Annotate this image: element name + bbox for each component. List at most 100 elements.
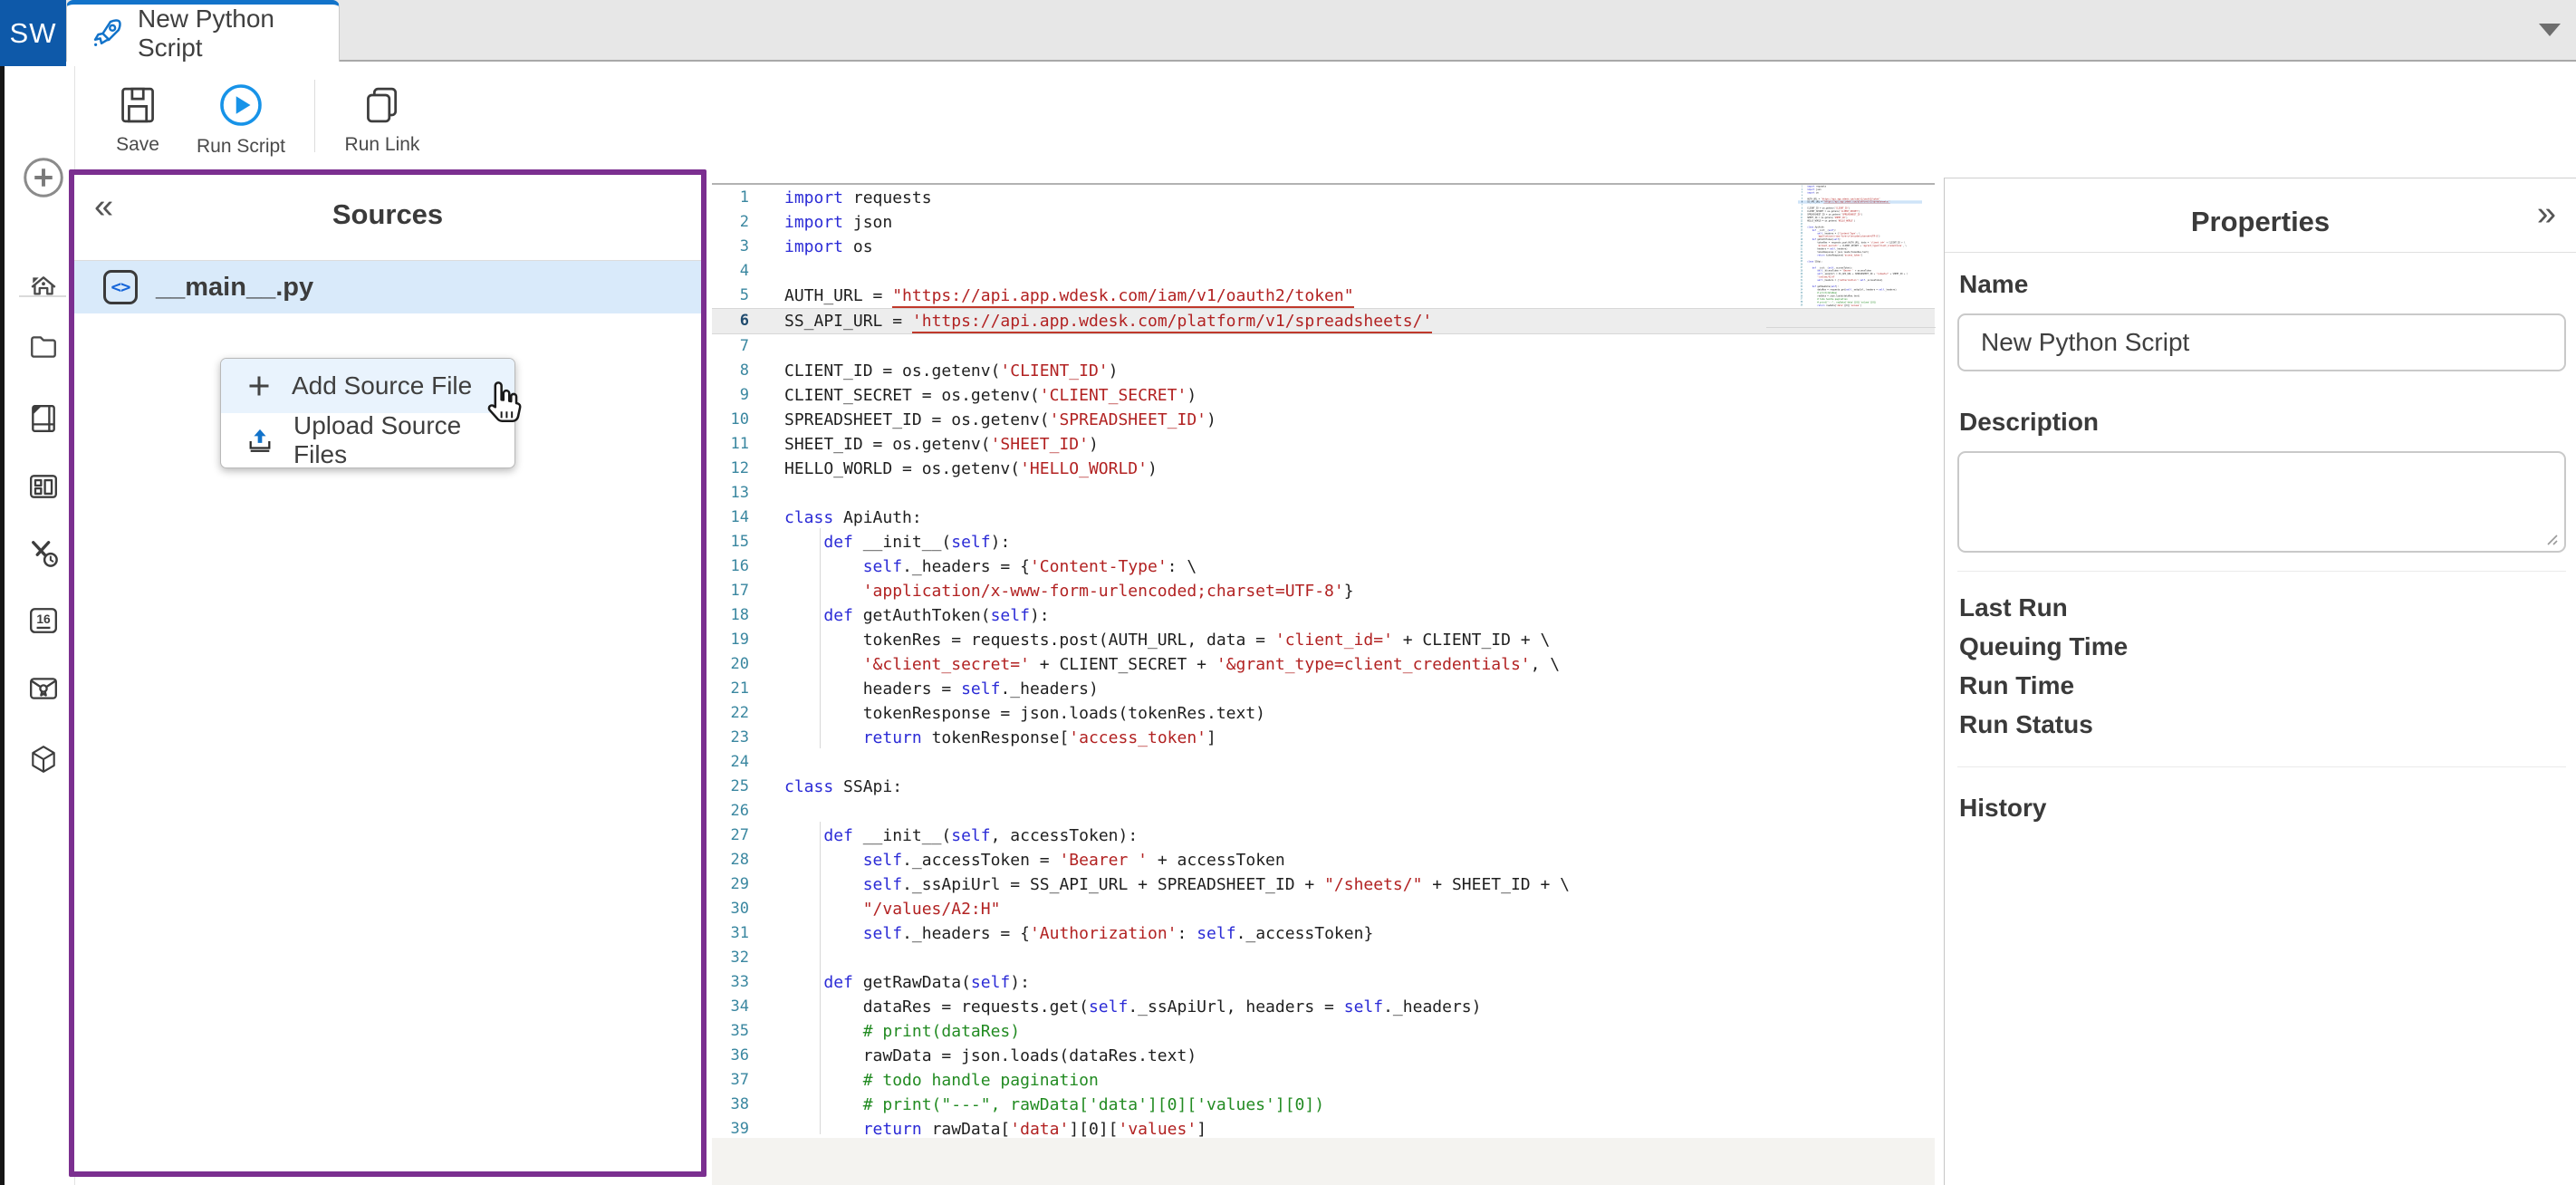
code-line-11[interactable]: 11SHEET_ID = os.getenv('SHEET_ID') [712, 432, 1935, 457]
code-line-28[interactable]: 28 self._accessToken = 'Bearer ' + acces… [712, 848, 1935, 872]
code-file-icon: <> [103, 270, 138, 304]
code-line-35[interactable]: 35 # print(dataRes) [712, 1019, 1935, 1044]
copy-link-icon [362, 85, 402, 125]
run-time-label: Run Time [1959, 666, 2128, 705]
code-line-4[interactable]: 4 [712, 259, 1935, 284]
properties-divider [1957, 766, 2566, 767]
queuing-time-label: Queuing Time [1959, 627, 2128, 666]
code-line-27[interactable]: 27 def __init__(self, accessToken): [712, 824, 1935, 848]
mouse-cursor-hand [478, 381, 525, 429]
tab-new-python-script[interactable]: New Python Script [66, 0, 340, 62]
sources-header: « Sources [74, 175, 701, 261]
name-input[interactable] [1957, 313, 2566, 371]
code-line-15[interactable]: 15 def __init__(self): [712, 530, 1935, 554]
code-line-33[interactable]: 33 def getRawData(self): [712, 970, 1935, 995]
indent-guide [820, 528, 821, 748]
calendar-icon[interactable]: 16 [28, 605, 59, 636]
chevron-down-icon[interactable] [2539, 24, 2561, 36]
save-icon [118, 85, 158, 125]
description-label: Description [1959, 408, 2099, 437]
properties-header-divider [1945, 252, 2576, 253]
home-icon[interactable] [28, 273, 59, 303]
code-editor[interactable]: 1import requests2import json3import os45… [712, 186, 1935, 1142]
code-line-22[interactable]: 22 tokenResponse = json.loads(tokenRes.t… [712, 701, 1935, 726]
tab-title: New Python Script [138, 5, 339, 63]
plus-icon [246, 373, 272, 399]
toolbar-divider [314, 80, 315, 152]
code-line-12[interactable]: 12HELLO_WORLD = os.getenv('HELLO_WORLD') [712, 457, 1935, 481]
code-line-38[interactable]: 38 # print("---", rawData['data'][0]['va… [712, 1093, 1935, 1117]
code-line-18[interactable]: 18 def getAuthToken(self): [712, 603, 1935, 628]
run-script-button[interactable]: Run Script [197, 83, 285, 158]
code-line-29[interactable]: 29 self._ssApiUrl = SS_API_URL + SPREADS… [712, 872, 1935, 897]
editor-bottom-band [712, 1138, 1935, 1185]
code-line-10[interactable]: 10SPREADSHEET_ID = os.getenv('SPREADSHEE… [712, 408, 1935, 432]
run-status-label: Run Status [1959, 705, 2128, 744]
code-line-34[interactable]: 34 dataRes = requests.get(self._ssApiUrl… [712, 995, 1935, 1019]
code-line-1[interactable]: 1import requests [712, 186, 1935, 210]
indent-guide [820, 822, 821, 1134]
code-line-39[interactable]: 39 return rawData['data'][0]['values'] [1798, 303, 1922, 306]
properties-divider [1957, 571, 2566, 572]
upload-icon [246, 427, 274, 454]
code-line-26[interactable]: 26 [712, 799, 1935, 824]
run-link-button[interactable]: Run Link [345, 85, 420, 156]
code-line-36[interactable]: 36 rawData = json.loads(dataRes.text) [712, 1044, 1935, 1068]
tab-bar [0, 0, 2576, 62]
last-run-label: Last Run [1959, 588, 2128, 627]
rocket-icon [91, 17, 123, 50]
run-info-list: Last Run Queuing Time Run Time Run Statu… [1959, 588, 2128, 744]
scripts-clock-icon[interactable] [27, 536, 60, 569]
code-line-23[interactable]: 23 return tokenResponse['access_token'] [712, 726, 1935, 750]
collapse-properties-icon[interactable]: » [2537, 195, 2556, 234]
code-line-25[interactable]: 25class SSApi: [712, 775, 1935, 799]
code-line-7[interactable]: 7 [712, 334, 1935, 359]
code-line-8[interactable]: 8CLIENT_ID = os.getenv('CLIENT_ID') [712, 359, 1935, 383]
left-sidebar: 16 [5, 66, 75, 1185]
code-line-19[interactable]: 19 tokenRes = requests.post(AUTH_URL, da… [712, 628, 1935, 652]
source-file-name: __main__.py [156, 273, 313, 303]
workspaces-logo[interactable]: SW [0, 0, 66, 66]
code-line-21[interactable]: 21 headers = self._headers) [712, 677, 1935, 701]
dashboard-icon[interactable] [28, 471, 59, 502]
book-icon[interactable] [28, 403, 59, 434]
sources-context-menu: Add Source File Upload Source Files [220, 358, 515, 468]
code-line-32[interactable]: 32 [712, 946, 1935, 970]
package-cube-icon[interactable] [28, 744, 59, 775]
name-label: Name [1959, 270, 2028, 299]
code-line-16[interactable]: 16 self._headers = {'Content-Type': \ [712, 554, 1935, 579]
minimap-divider [1766, 327, 1936, 328]
code-line-31[interactable]: 31 self._headers = {'Authorization': sel… [712, 921, 1935, 946]
menu-item-upload-source-files[interactable]: Upload Source Files [221, 413, 514, 467]
source-file-row[interactable]: <> __main__.py [74, 261, 701, 313]
description-textarea[interactable] [1957, 451, 2566, 553]
editor-minimap[interactable]: 1import requests2import json3import os45… [1798, 185, 1922, 323]
code-line-30[interactable]: 30 "/values/A2:H" [712, 897, 1935, 921]
add-circle-icon[interactable] [22, 156, 65, 199]
history-label: History [1959, 794, 2046, 823]
code-line-3[interactable]: 3import os [712, 235, 1935, 259]
files-folder-icon[interactable] [28, 332, 59, 362]
code-line-6[interactable]: 6SS_API_URL = 'https://api.app.wdesk.com… [712, 308, 1935, 334]
code-line-24[interactable]: 24 [712, 750, 1935, 775]
code-line-2[interactable]: 2import json [712, 210, 1935, 235]
code-line-9[interactable]: 9CLIENT_SECRET = os.getenv('CLIENT_SECRE… [712, 383, 1935, 408]
resize-grip-icon[interactable] [2542, 530, 2559, 546]
save-button[interactable]: Save [116, 85, 159, 156]
editor-top-border [712, 183, 1935, 185]
code-line-20[interactable]: 20 '&client_secret=' + CLIENT_SECRET + '… [712, 652, 1935, 677]
code-line-14[interactable]: 14class ApiAuth: [712, 506, 1935, 530]
app-window: SW New Python Script Save [0, 0, 2576, 1185]
sources-panel: « Sources <> __main__.py [69, 169, 706, 1177]
certificate-icon[interactable] [28, 673, 59, 704]
code-line-5[interactable]: 5AUTH_URL = "https://api.app.wdesk.com/i… [712, 284, 1935, 308]
properties-title: Properties [1945, 206, 2576, 238]
properties-panel: Properties » Name Description Last Run Q… [1944, 178, 2576, 1185]
code-line-37[interactable]: 37 # todo handle pagination [712, 1068, 1935, 1093]
sources-title: Sources [74, 198, 701, 231]
menu-item-add-source-file[interactable]: Add Source File [221, 359, 514, 413]
run-play-icon [219, 83, 263, 127]
calendar-number: 16 [36, 612, 51, 626]
code-line-17[interactable]: 17 'application/x-www-form-urlencoded;ch… [712, 579, 1935, 603]
code-line-13[interactable]: 13 [712, 481, 1935, 506]
